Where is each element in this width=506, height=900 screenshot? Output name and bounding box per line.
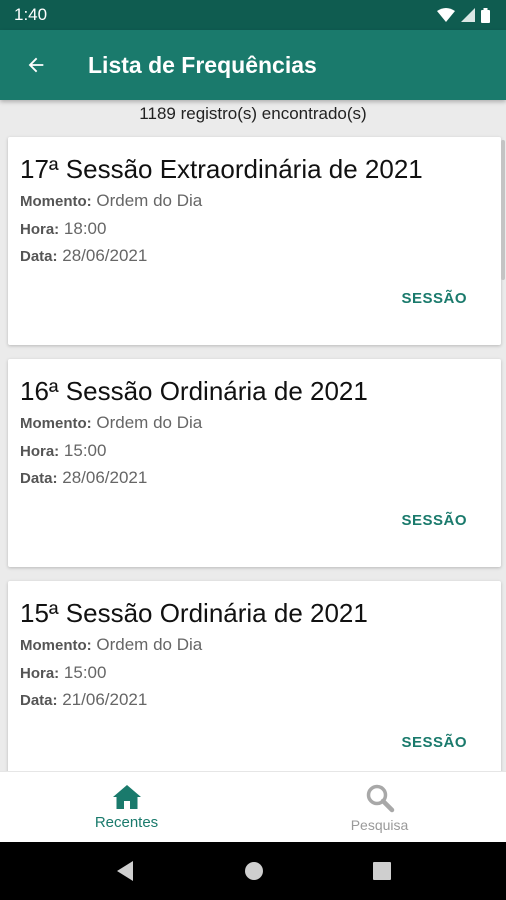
data-label: Data: — [20, 470, 58, 487]
session-card[interactable]: 16ª Sessão Ordinária de 2021 Momento: Or… — [8, 359, 501, 567]
card-data: Data: 21/06/2021 — [20, 687, 489, 715]
momento-label: Momento: — [20, 193, 92, 210]
home-icon — [112, 785, 141, 809]
hora-label: Hora: — [20, 442, 60, 460]
signal-icon — [461, 8, 475, 22]
results-count: 1189 registro(s) encontrado(s) — [139, 104, 367, 123]
sessao-button[interactable]: SESSÃO — [401, 290, 467, 307]
card-momento: Momento: Ordem do Dia — [20, 188, 489, 216]
session-card[interactable]: 15ª Sessão Ordinária de 2021 Momento: Or… — [8, 581, 501, 789]
sessao-button[interactable]: SESSÃO — [401, 512, 467, 529]
momento-value: Ordem do Dia — [96, 635, 203, 654]
back-triangle-icon[interactable] — [115, 860, 135, 882]
system-nav-bar — [0, 842, 506, 900]
session-card[interactable]: 17ª Sessão Extraordinária de 2021 Moment… — [8, 137, 501, 345]
card-title: 16ª Sessão Ordinária de 2021 — [20, 376, 368, 406]
scrollbar[interactable] — [501, 140, 505, 280]
status-time: 1:40 — [14, 5, 48, 24]
nav-label-pesquisa: Pesquisa — [350, 816, 409, 833]
data-value: 28/06/2021 — [62, 468, 148, 487]
hora-label: Hora: — [20, 220, 60, 238]
home-circle-icon[interactable] — [244, 861, 264, 881]
sessao-button[interactable]: SESSÃO — [401, 734, 467, 751]
hora-value: 18:00 — [63, 218, 107, 238]
bottom-nav: Recentes Pesquisa — [0, 771, 506, 843]
data-value: 28/06/2021 — [62, 246, 148, 265]
card-momento: Momento: Ordem do Dia — [20, 410, 489, 438]
card-title: 17ª Sessão Extraordinária de 2021 — [20, 154, 423, 184]
search-icon — [366, 784, 394, 812]
nav-item-pesquisa[interactable]: Pesquisa — [253, 772, 506, 843]
wifi-icon — [437, 8, 455, 22]
nav-item-recentes[interactable]: Recentes — [0, 772, 253, 843]
card-title: 15ª Sessão Ordinária de 2021 — [20, 598, 368, 628]
hora-value: 15:00 — [63, 662, 107, 682]
status-icons — [437, 7, 490, 23]
hora-value: 15:00 — [63, 440, 107, 460]
back-button[interactable] — [8, 37, 64, 93]
app-bar: Lista de Frequências — [0, 30, 506, 100]
arrow-back-icon — [28, 57, 44, 73]
battery-icon — [481, 7, 490, 23]
nav-label-recentes: Recentes — [94, 814, 159, 831]
momento-label: Momento: — [20, 415, 92, 432]
momento-value: Ordem do Dia — [96, 191, 203, 210]
data-value: 21/06/2021 — [62, 690, 148, 709]
page-title: Lista de Frequências — [88, 51, 317, 78]
card-hora: Hora: 15:00 — [20, 660, 489, 688]
card-data: Data: 28/06/2021 — [20, 465, 489, 493]
card-data: Data: 28/06/2021 — [20, 243, 489, 271]
card-momento: Momento: Ordem do Dia — [20, 632, 489, 660]
data-label: Data: — [20, 692, 58, 709]
card-hora: Hora: 18:00 — [20, 216, 489, 244]
hora-label: Hora: — [20, 664, 60, 682]
momento-value: Ordem do Dia — [96, 413, 203, 432]
data-label: Data: — [20, 248, 58, 265]
card-hora: Hora: 15:00 — [20, 438, 489, 466]
momento-label: Momento: — [20, 637, 92, 654]
recents-square-icon[interactable] — [373, 862, 392, 880]
status-bar: 1:40 — [0, 0, 506, 30]
